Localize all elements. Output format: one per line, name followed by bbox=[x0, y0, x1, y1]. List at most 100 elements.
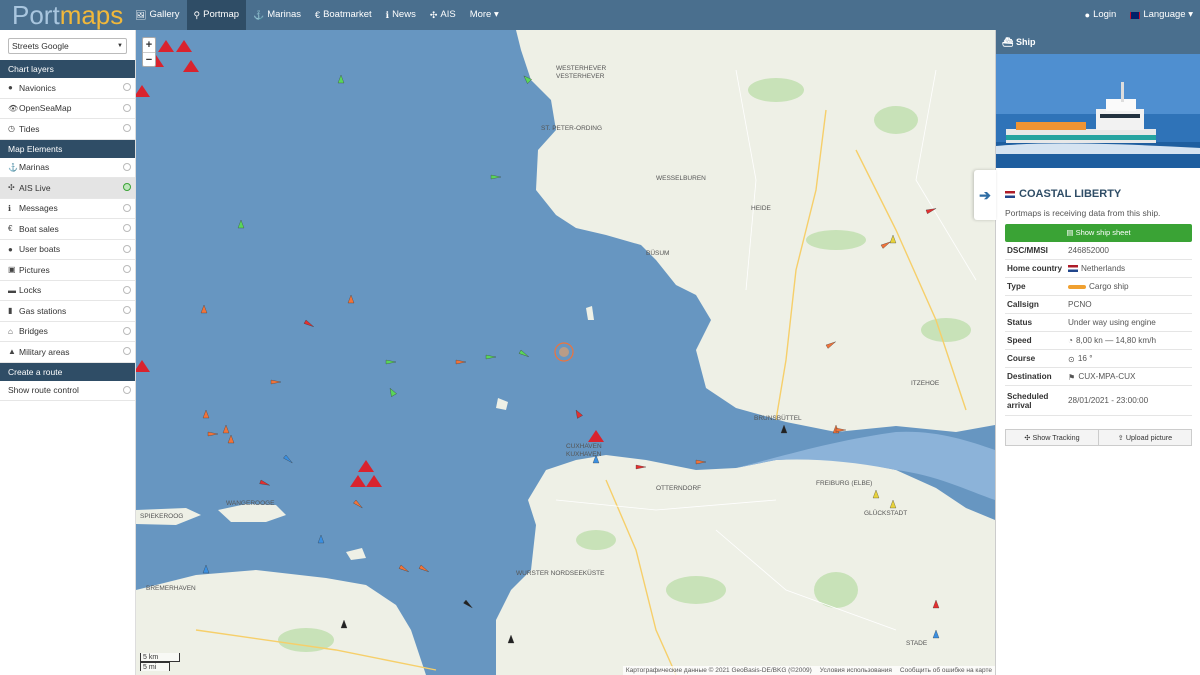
eye-toggle-icon[interactable] bbox=[123, 224, 131, 232]
detail-key: Type bbox=[1007, 282, 1026, 291]
clock-icon: ◷ bbox=[8, 124, 15, 134]
bridge-icon: ⌂ bbox=[8, 326, 13, 336]
element-label: User boats bbox=[19, 244, 61, 255]
layer-sidebar: Streets Google ▼ Chart layers ● Navionics … bbox=[0, 30, 136, 675]
element-pictures[interactable]: ▣ Pictures bbox=[0, 260, 135, 281]
scale-mi: 5 mi bbox=[140, 662, 170, 671]
collapse-panel-arrow-icon[interactable]: ➔ bbox=[974, 170, 996, 220]
element-locks[interactable]: ▬ Locks bbox=[0, 281, 135, 301]
euro-icon: € bbox=[8, 224, 13, 234]
nav-label: News bbox=[392, 9, 416, 20]
map-label: Wangerooge bbox=[226, 500, 275, 507]
detail-value: 8,00 kn — 14,80 km/h bbox=[1075, 336, 1157, 345]
element-label: AIS Live bbox=[19, 182, 51, 193]
map-label: Heide bbox=[751, 205, 771, 212]
logo-text-port: Port bbox=[12, 0, 60, 30]
map-canvas[interactable]: Westerhever Vesterhever St. Peter-Ording… bbox=[136, 30, 995, 675]
element-boat-sales[interactable]: € Boat sales bbox=[0, 219, 135, 240]
eye-toggle-icon[interactable] bbox=[123, 326, 131, 335]
element-user-boats[interactable]: ● User boats bbox=[0, 240, 135, 260]
show-tracking-button[interactable]: ✣ Show Tracking bbox=[1005, 429, 1099, 446]
map-label: Büsum bbox=[646, 250, 670, 257]
map-label: Otterndorf bbox=[656, 485, 702, 492]
caret-down-icon: ▼ bbox=[117, 43, 123, 49]
eye-toggle-icon[interactable] bbox=[123, 244, 131, 253]
layer-openseamap[interactable]: 👁 OpenSeaMap bbox=[0, 99, 135, 119]
compass-icon: ⊙ bbox=[1068, 354, 1075, 364]
detail-key: Scheduled arrival bbox=[1007, 391, 1049, 410]
eye-toggle-icon[interactable] bbox=[123, 103, 131, 112]
language-label: Language ▾ bbox=[1143, 9, 1193, 20]
attribution-report-link[interactable]: Сообщить об ошибке на карте bbox=[900, 667, 992, 674]
basemap-select[interactable]: Streets Google ▼ bbox=[8, 38, 127, 54]
nav-boatmarket[interactable]: € Boatmarket bbox=[308, 0, 379, 30]
fuel-icon: ▮ bbox=[8, 306, 13, 316]
panel-title: Ship bbox=[1015, 37, 1036, 47]
map-label: Stade bbox=[906, 640, 928, 647]
element-label: Pictures bbox=[19, 264, 50, 275]
map-label: Cuxhaven bbox=[566, 443, 602, 450]
ship-details-table: DSC/MMSI 246852000 Home country Netherland… bbox=[1005, 242, 1192, 416]
nav-portmap[interactable]: ⚲ Portmap bbox=[186, 0, 247, 30]
eye-toggle-icon[interactable] bbox=[123, 347, 131, 355]
route-control-toggle[interactable]: Show route control bbox=[0, 381, 135, 401]
crosshair-icon: ✣ bbox=[429, 10, 438, 20]
nav-ais[interactable]: ✣ AIS bbox=[423, 0, 463, 30]
attribution-terms-link[interactable]: Условия использования bbox=[820, 667, 892, 674]
eye-toggle-icon[interactable] bbox=[123, 203, 131, 212]
element-ais-live[interactable]: ✣ AIS Live bbox=[0, 178, 135, 199]
nav-news[interactable]: ℹ News bbox=[379, 0, 423, 30]
ship-photo-graphic bbox=[996, 54, 1200, 168]
flag-icon: ⚑ bbox=[1068, 372, 1076, 382]
zoom-out-button[interactable]: − bbox=[143, 52, 155, 66]
detail-value-wrap: Cargo ship bbox=[1068, 282, 1192, 291]
map-label: Glückstadt bbox=[864, 510, 908, 517]
section-map-elements: Map Elements bbox=[0, 139, 135, 158]
element-military-areas[interactable]: ▲ Military areas bbox=[0, 342, 135, 363]
nav-gallery[interactable]: 🖼 Gallery bbox=[128, 0, 187, 30]
element-marinas[interactable]: ⚓ Marinas bbox=[0, 158, 135, 178]
ship-photo[interactable] bbox=[996, 54, 1200, 168]
scale-km: 5 km bbox=[140, 653, 180, 662]
button-label: Show Tracking bbox=[1032, 433, 1080, 442]
eye-toggle-icon[interactable] bbox=[123, 124, 131, 132]
warning-icon: ▲ bbox=[8, 347, 16, 357]
show-ship-sheet-button[interactable]: ▤ Show ship sheet bbox=[1005, 224, 1192, 242]
receiving-status: Portmaps is receiving data from this shi… bbox=[1005, 208, 1161, 218]
layer-navionics[interactable]: ● Navionics bbox=[0, 78, 135, 99]
detail-row-type: Type Cargo ship bbox=[1005, 278, 1192, 296]
eye-toggle-icon[interactable] bbox=[123, 285, 131, 294]
cargo-ship-icon bbox=[1068, 284, 1086, 289]
eye-toggle-icon[interactable] bbox=[123, 265, 131, 273]
element-bridges[interactable]: ⌂ Bridges bbox=[0, 322, 135, 342]
detail-key: Course bbox=[1007, 354, 1036, 363]
user-icon: ● bbox=[8, 244, 13, 254]
detail-row-home-country: Home country Netherlands bbox=[1005, 260, 1192, 278]
detail-row-callsign: Callsign PCNO bbox=[1005, 296, 1192, 314]
anchor-icon: ⚓ bbox=[8, 162, 18, 172]
map-label: Spiekeroog bbox=[140, 513, 184, 520]
login-link[interactable]: ● Login bbox=[1078, 0, 1124, 30]
portmaps-logo[interactable]: Portmaps bbox=[0, 0, 128, 30]
eye-toggle-icon[interactable] bbox=[123, 306, 131, 314]
detail-value: Netherlands bbox=[1081, 264, 1126, 273]
nav-label: AIS bbox=[440, 9, 456, 20]
element-label: Gas stations bbox=[19, 305, 67, 316]
eye-toggle-icon[interactable] bbox=[123, 83, 131, 91]
eye-toggle-icon[interactable] bbox=[123, 385, 131, 394]
detail-value-wrap: Netherlands bbox=[1068, 264, 1192, 273]
eye-toggle-icon-active[interactable] bbox=[123, 183, 131, 191]
nav-marinas[interactable]: ⚓ Marinas bbox=[246, 0, 308, 30]
element-gas-stations[interactable]: ▮ Gas stations bbox=[0, 301, 135, 322]
euro-icon: € bbox=[315, 10, 321, 20]
language-dropdown[interactable]: Language ▾ bbox=[1123, 0, 1200, 30]
layer-tides[interactable]: ◷ Tides bbox=[0, 119, 135, 140]
nav-more-dropdown[interactable]: More ▾ bbox=[463, 0, 506, 30]
zoom-in-button[interactable]: + bbox=[143, 38, 155, 52]
eye-toggle-icon[interactable] bbox=[123, 162, 131, 171]
element-messages[interactable]: ℹ Messages bbox=[0, 199, 135, 219]
map-label: St. Peter-Ording bbox=[541, 125, 603, 132]
basemap-value: Streets Google bbox=[12, 41, 69, 51]
upload-picture-button[interactable]: ⇪ Upload picture bbox=[1099, 429, 1192, 446]
detail-row-scheduled-arrival: Scheduled arrival 28/01/2021 - 23:00:00 bbox=[1005, 386, 1192, 416]
